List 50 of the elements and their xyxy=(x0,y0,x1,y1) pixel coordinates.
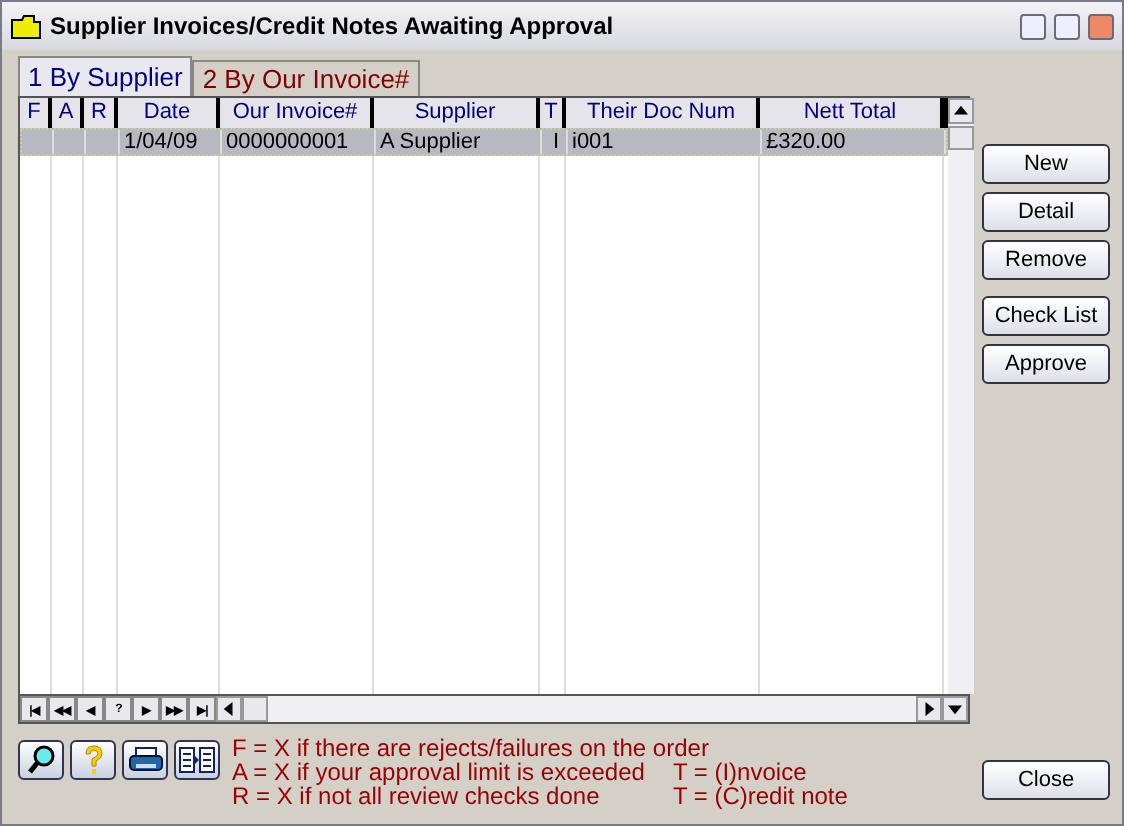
columns-button[interactable] xyxy=(174,740,220,780)
scroll-down-icon[interactable] xyxy=(942,696,968,722)
action-button[interactable]: New xyxy=(982,144,1110,184)
type-legend-text: T = (I)nvoice xyxy=(672,760,807,784)
question-mark-icon xyxy=(81,744,105,776)
type-legend-text: T = (C)redit note xyxy=(672,784,848,808)
close-button[interactable]: Close xyxy=(982,760,1110,800)
window-title: Supplier Invoices/Credit Notes Awaiting Approval xyxy=(50,12,616,40)
columns-icon xyxy=(178,746,216,774)
action-button[interactable]: Detail xyxy=(982,192,1110,232)
table-cell: i001 xyxy=(568,130,762,154)
action-button[interactable]: Check List xyxy=(982,296,1110,336)
maximize-button[interactable] xyxy=(1054,13,1080,39)
column-header[interactable]: Date xyxy=(118,98,220,128)
scroll-right-icon[interactable] xyxy=(916,696,942,722)
column-header[interactable]: Our Invoice# xyxy=(220,98,374,128)
table-cell: 0000000001 xyxy=(222,130,376,154)
table-cell: £320.00 xyxy=(762,130,946,154)
legend-text: R = X if not all review checks done xyxy=(232,784,600,808)
scroll-up-icon[interactable] xyxy=(948,98,974,124)
minimize-button[interactable] xyxy=(1020,13,1046,39)
tab[interactable]: 1 By Supplier xyxy=(18,56,193,96)
action-button[interactable]: Remove xyxy=(982,240,1110,280)
tab[interactable]: 2 By Our Invoice# xyxy=(192,60,420,96)
printer-icon xyxy=(127,746,163,774)
close-window-button[interactable] xyxy=(1088,13,1114,39)
column-header[interactable]: F xyxy=(20,98,52,128)
table-cell: 1/04/09 xyxy=(120,130,222,154)
column-header[interactable]: Their Doc Num xyxy=(566,98,760,128)
search-button[interactable] xyxy=(18,740,64,780)
legend-text: A = X if your approval limit is exceeded xyxy=(232,760,645,784)
column-header[interactable]: Nett Total xyxy=(760,98,944,128)
scroll-thumb[interactable] xyxy=(242,696,268,722)
column-header[interactable]: R xyxy=(84,98,118,128)
table-cell: A Supplier xyxy=(376,130,542,154)
legend-text: F = X if there are rejects/failures on the order xyxy=(232,736,709,760)
folder-icon xyxy=(10,13,42,39)
column-header[interactable]: T xyxy=(540,98,566,128)
vertical-scrollbar[interactable] xyxy=(948,98,974,694)
table-row[interactable]: 1/04/09 0000000001 A Supplier I i001 £320.00 xyxy=(20,128,948,156)
table-cell: I xyxy=(542,130,568,154)
action-button[interactable]: Approve xyxy=(982,344,1110,384)
help-button[interactable] xyxy=(70,740,116,780)
horizontal-scrollbar[interactable] xyxy=(216,696,968,722)
search-icon xyxy=(25,744,57,776)
column-header[interactable]: A xyxy=(52,98,84,128)
scroll-thumb[interactable] xyxy=(948,126,974,150)
column-header[interactable]: Supplier xyxy=(374,98,540,128)
scroll-left-icon[interactable] xyxy=(216,696,242,722)
print-button[interactable] xyxy=(122,740,168,780)
